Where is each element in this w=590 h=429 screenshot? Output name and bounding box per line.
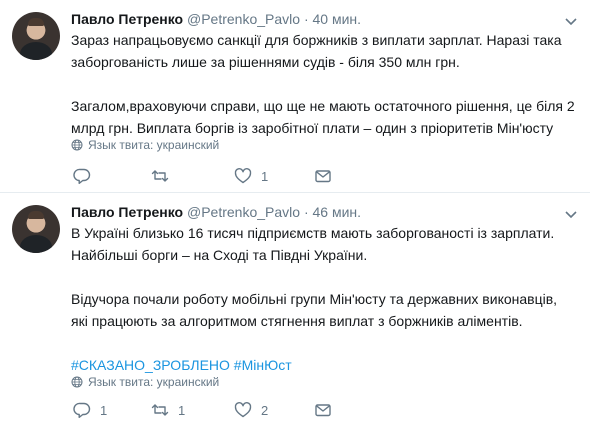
- globe-icon: [71, 139, 83, 151]
- language-label[interactable]: Язык твита: украинский: [88, 375, 219, 389]
- tweet-paragraph: В Україні близько 16 тисяч підприємств м…: [71, 225, 555, 263]
- hashtag-links[interactable]: #СКАЗАНО_ЗРОБЛЕНО #МінЮст: [71, 354, 576, 376]
- direct-message-button[interactable]: [314, 399, 332, 421]
- envelope-icon: [315, 404, 331, 417]
- author-handle[interactable]: @Petrenko_Pavlo: [187, 204, 300, 220]
- tweet-actions: 1 1 2: [71, 399, 491, 421]
- timestamp[interactable]: 40 мин.: [313, 11, 362, 27]
- author-name[interactable]: Павло Петренко: [71, 204, 183, 220]
- heart-icon: [234, 402, 252, 418]
- tweet-text: В Україні близько 16 тисяч підприємств м…: [71, 222, 576, 376]
- reply-button[interactable]: [73, 165, 100, 187]
- heart-icon: [234, 168, 252, 184]
- reply-button[interactable]: 1: [73, 399, 107, 421]
- like-count: 1: [261, 168, 269, 184]
- timestamp[interactable]: 46 мин.: [313, 204, 362, 220]
- tweet-paragraph: Відучора почали роботу мобільні групи Мі…: [71, 291, 558, 329]
- retweet-button[interactable]: 1: [151, 399, 185, 421]
- separator-dot: ·: [303, 204, 309, 220]
- tweet-header: Павло Петренко @Petrenko_Pavlo · 40 мин.: [71, 10, 361, 28]
- tweet-language: Язык твита: украинский: [71, 375, 219, 389]
- language-label[interactable]: Язык твита: украинский: [88, 138, 219, 152]
- reply-icon: [73, 402, 91, 418]
- tweet[interactable]: Павло Петренко @Petrenko_Pavlo · 40 мин.…: [0, 0, 590, 193]
- retweet-icon: [151, 404, 169, 416]
- chevron-down-icon[interactable]: [564, 207, 578, 221]
- retweet-icon: [151, 170, 169, 182]
- direct-message-button[interactable]: [314, 165, 332, 187]
- avatar[interactable]: [12, 205, 60, 253]
- chevron-down-icon[interactable]: [564, 14, 578, 28]
- avatar[interactable]: [12, 12, 60, 60]
- tweet-language: Язык твита: украинский: [71, 138, 219, 152]
- like-button[interactable]: 2: [234, 399, 268, 421]
- like-button[interactable]: 1: [234, 165, 268, 187]
- separator-dot: ·: [303, 11, 309, 27]
- like-count: 2: [261, 402, 269, 418]
- globe-icon: [71, 376, 83, 388]
- tweet-header: Павло Петренко @Petrenko_Pavlo · 46 мин.: [71, 203, 361, 221]
- retweet-count: 1: [178, 402, 186, 418]
- author-name[interactable]: Павло Петренко: [71, 11, 183, 27]
- tweet-text: Зараз напрацьовуємо санкції для боржникі…: [71, 29, 576, 139]
- tweet-actions: 1: [71, 165, 491, 187]
- retweet-button[interactable]: [151, 165, 178, 187]
- reply-count: 1: [100, 402, 108, 418]
- tweet[interactable]: Павло Петренко @Petrenko_Pavlo · 46 мин.…: [0, 193, 590, 429]
- tweet-paragraph: Загалом,враховуючи справи, що ще не мают…: [71, 98, 575, 136]
- author-handle[interactable]: @Petrenko_Pavlo: [187, 11, 300, 27]
- envelope-icon: [315, 170, 331, 183]
- tweet-paragraph: Зараз напрацьовуємо санкції для боржникі…: [71, 32, 562, 70]
- reply-icon: [73, 168, 91, 184]
